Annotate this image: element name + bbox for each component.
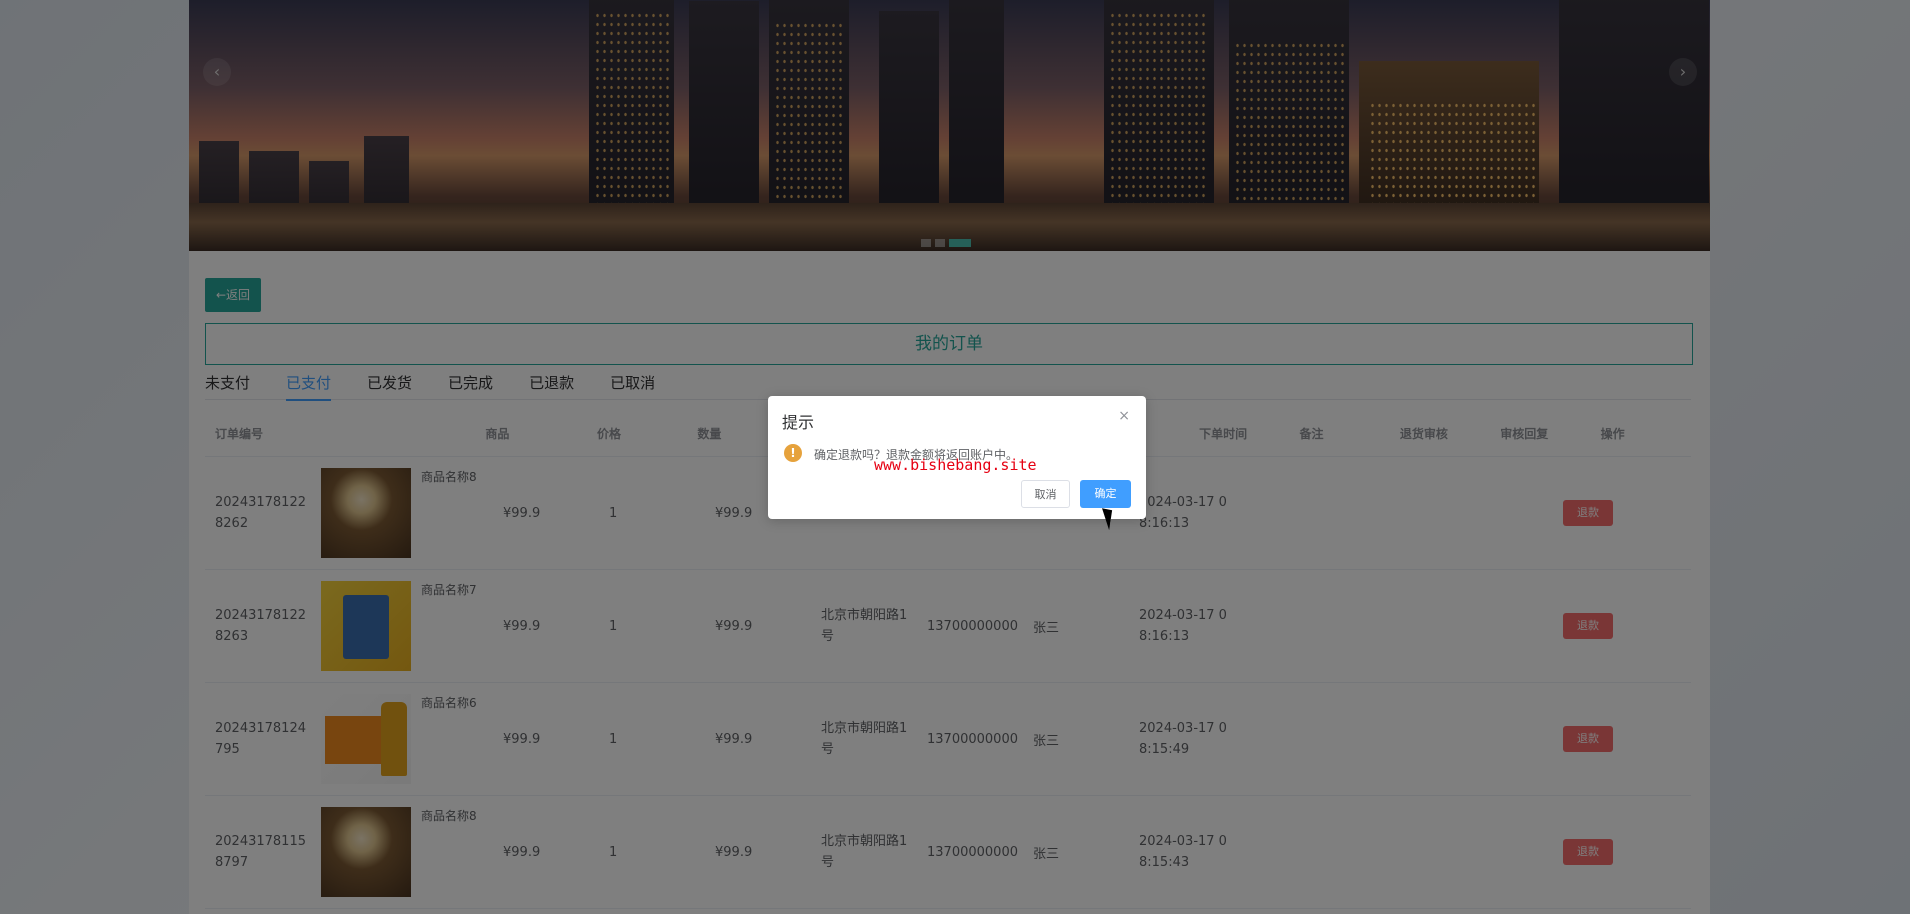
warning-icon: !	[784, 444, 802, 462]
confirm-button[interactable]: 确定	[1080, 480, 1131, 508]
watermark-text: www.bishebang.site	[874, 456, 1037, 474]
dialog-title: 提示	[782, 413, 815, 432]
confirm-dialog: 提示 × ! 确定退款吗？退款金额将返回账户中。 www.bishebang.s…	[768, 396, 1146, 519]
cancel-button[interactable]: 取消	[1021, 480, 1070, 508]
close-icon[interactable]: ×	[1118, 408, 1130, 424]
